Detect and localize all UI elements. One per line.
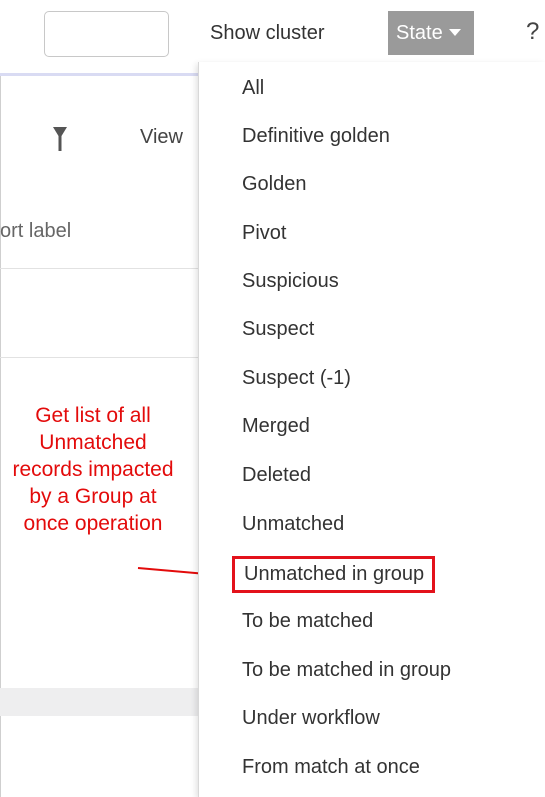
menu-item-merged[interactable]: Merged (242, 415, 310, 438)
help-button[interactable]: ? (526, 18, 539, 46)
menu-item-all[interactable]: All (242, 77, 264, 100)
menu-item-definitive-golden[interactable]: Definitive golden (242, 125, 390, 148)
left-border (0, 0, 1, 797)
menu-item-to-be-matched[interactable]: To be matched (242, 610, 373, 633)
menu-item-pivot[interactable]: Pivot (242, 222, 286, 245)
menu-item-suspicious[interactable]: Suspicious (242, 270, 339, 293)
row-divider (0, 268, 200, 269)
row-divider (0, 357, 200, 358)
view-button[interactable]: View (140, 126, 183, 149)
menu-item-to-be-matched-in-group[interactable]: To be matched in group (242, 659, 451, 682)
menu-item-from-match-at-once[interactable]: From match at once (242, 756, 420, 779)
menu-item-suspect[interactable]: Suspect (242, 318, 314, 341)
sort-label-column-header[interactable]: ort label (0, 220, 71, 243)
state-dropdown-button[interactable]: State (388, 11, 474, 55)
menu-item-unmatched-in-group[interactable]: Unmatched in group (232, 556, 436, 593)
menu-item-unmatched[interactable]: Unmatched (242, 513, 344, 536)
filter-icon[interactable] (53, 127, 67, 151)
state-dropdown-menu: All Definitive golden Golden Pivot Suspi… (198, 62, 545, 797)
menu-item-deleted[interactable]: Deleted (242, 464, 311, 487)
menu-item-golden[interactable]: Golden (242, 173, 307, 196)
annotation-callout: Get list of all Unmatched records impact… (12, 404, 174, 535)
state-button-label: State (396, 22, 443, 44)
search-input[interactable] (44, 11, 169, 57)
caret-down-icon (448, 29, 461, 36)
show-cluster-toggle[interactable]: Show cluster (210, 22, 325, 45)
menu-item-under-workflow[interactable]: Under workflow (242, 707, 380, 730)
menu-item-suspect-minus-1[interactable]: Suspect (-1) (242, 367, 351, 390)
